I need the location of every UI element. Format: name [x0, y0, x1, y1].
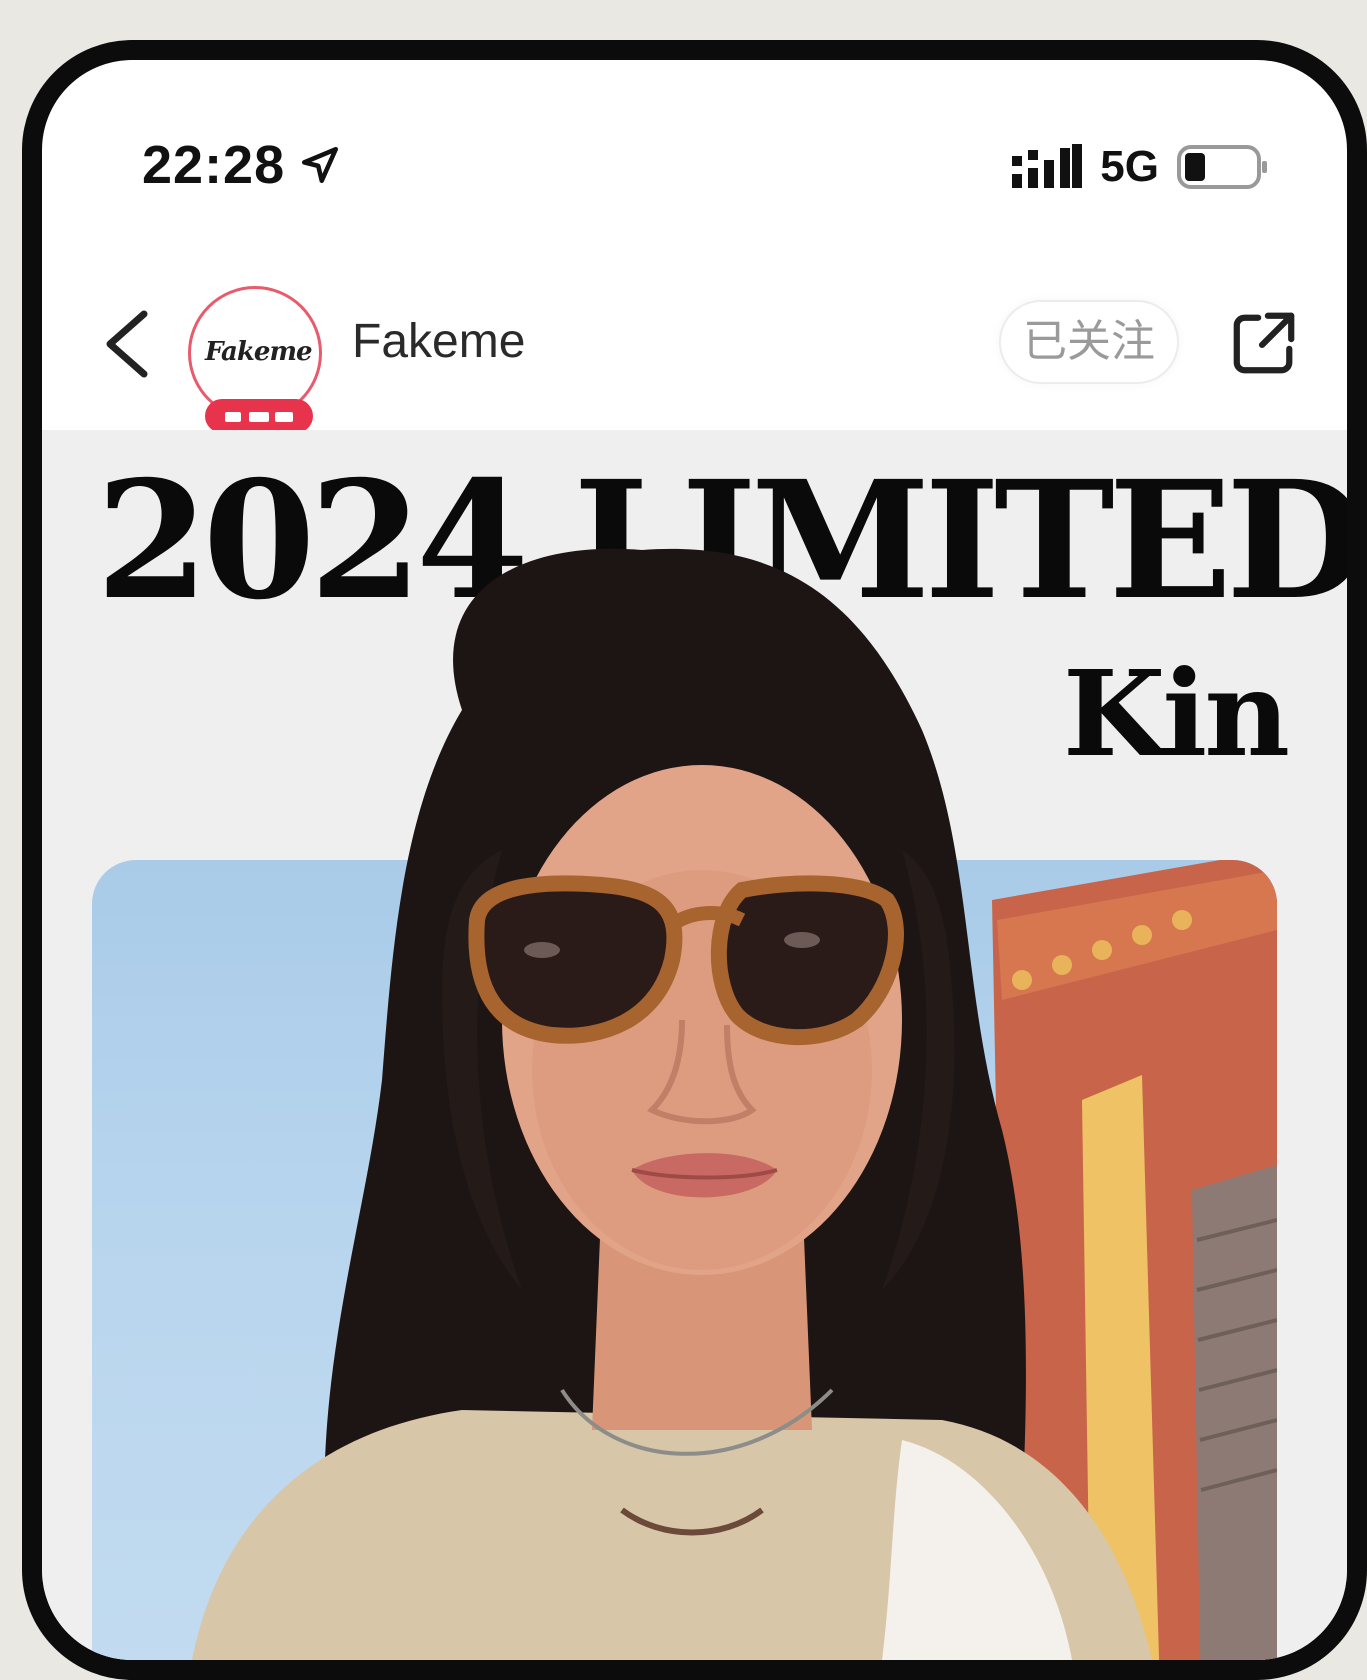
badge-mark-icon	[225, 411, 293, 422]
signal-icon	[1012, 144, 1083, 188]
following-button[interactable]: 已关注	[999, 300, 1179, 384]
chevron-left-icon[interactable]	[100, 308, 152, 380]
share-external-icon[interactable]	[1229, 308, 1299, 378]
poster-subheadline: Kin	[1062, 644, 1290, 783]
status-time: 22:28	[142, 134, 341, 196]
status-indicators: 5G	[1012, 142, 1269, 192]
phone-frame: 22:28 5G Fakeme Fakeme 已关注 2024 LIMITED …	[22, 40, 1367, 1680]
status-bar: 22:28 5G	[42, 60, 1347, 230]
poster-image[interactable]: 2024 LIMITED Kin	[42, 430, 1347, 1660]
account-nav-bar: Fakeme Fakeme 已关注	[42, 250, 1347, 433]
avatar-badge	[205, 399, 313, 433]
network-type: 5G	[1100, 142, 1159, 191]
account-avatar[interactable]: Fakeme	[188, 286, 322, 433]
battery-icon	[1177, 145, 1267, 189]
location-arrow-icon	[302, 146, 339, 184]
model-figure	[192, 548, 1152, 1660]
avatar-logo-text: Fakeme	[205, 337, 313, 367]
status-time-label: 22:28	[142, 135, 286, 195]
account-name[interactable]: Fakeme	[352, 314, 525, 369]
